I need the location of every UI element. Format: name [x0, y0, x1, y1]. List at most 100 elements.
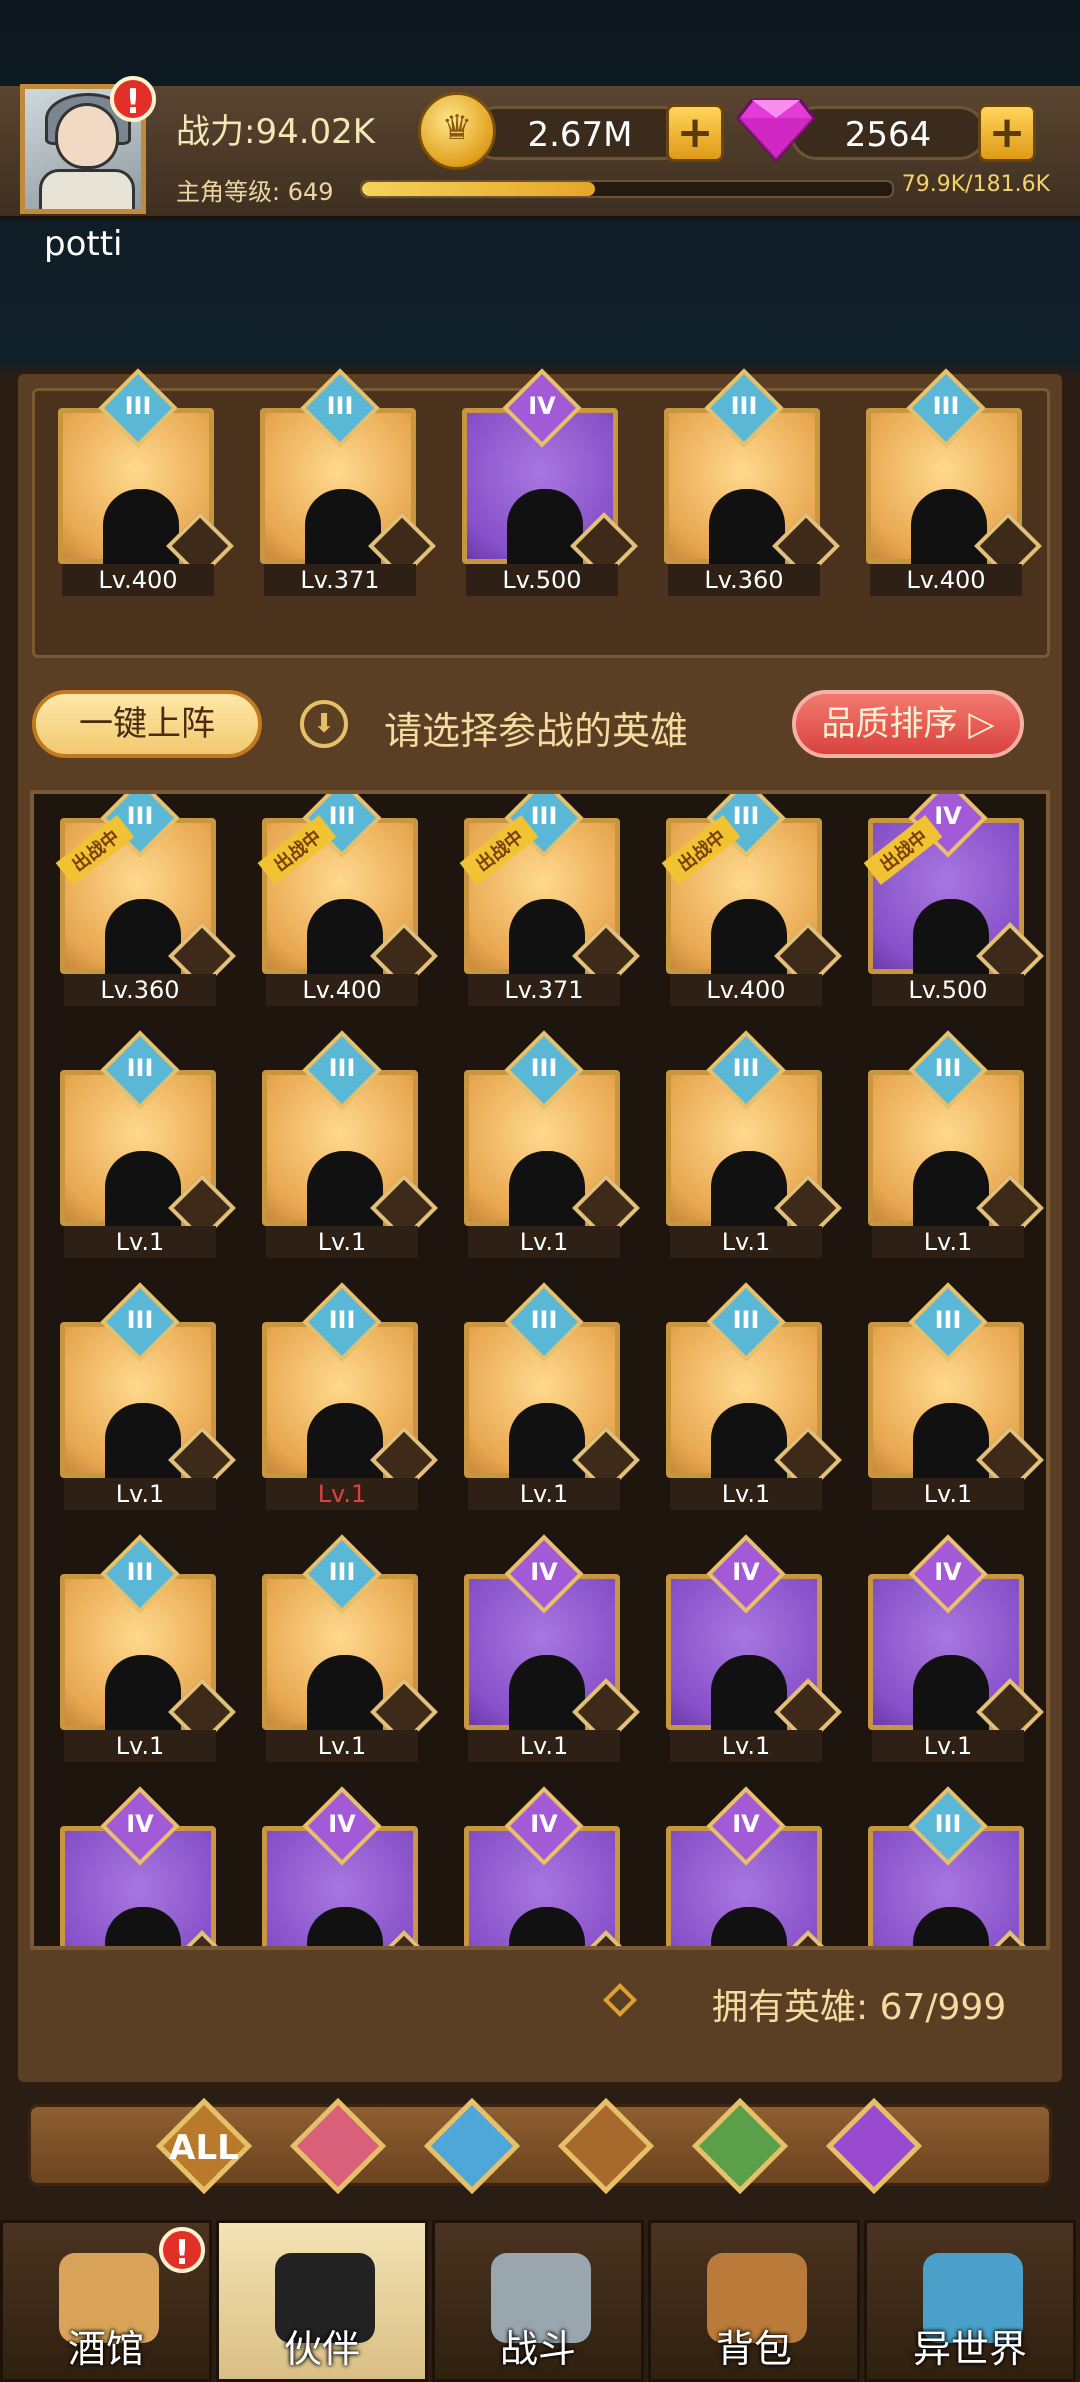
hero-card[interactable]: III Lv.1 — [464, 1282, 640, 1510]
hero-level: Lv.1 — [64, 1226, 216, 1258]
hero-level: Lv.1 — [670, 1478, 822, 1510]
hero-level: Lv.500 — [872, 974, 1024, 1006]
team-card[interactable]: III Lv.371 — [260, 368, 436, 596]
hero-level: Lv.1 — [872, 1478, 1024, 1510]
hero-card[interactable]: IV — [464, 1786, 640, 1946]
filter-all[interactable]: ALL — [155, 2097, 253, 2195]
human-crown-icon[interactable] — [289, 2097, 387, 2195]
fish-icon[interactable] — [423, 2097, 521, 2195]
nav-companion[interactable]: 伙伴 — [216, 2220, 428, 2382]
elf-icon[interactable] — [691, 2097, 789, 2195]
nav-treasure-chest[interactable]: 背包 — [648, 2220, 860, 2382]
hero-level: Lv.1 — [670, 1226, 822, 1258]
hero-card[interactable]: III Lv.1 — [868, 1030, 1044, 1258]
rank-label: III — [730, 392, 758, 420]
hero-card[interactable]: IV — [666, 1786, 842, 1946]
hero-card[interactable]: III Lv.1 — [464, 1030, 640, 1258]
rank-label: III — [328, 1306, 356, 1334]
arrow-down-icon: ⬇ — [300, 700, 348, 748]
hero-card[interactable]: IV — [60, 1786, 236, 1946]
avatar-head — [55, 103, 119, 169]
nav-portal[interactable]: 异世界 — [864, 2220, 1076, 2382]
nav-label: 伙伴 — [283, 2327, 360, 2371]
xp-text: 79.9K/181.6K — [901, 172, 1050, 197]
select-heroes-prompt: 请选择参战的英雄 — [384, 709, 689, 753]
nav-crossed-swords[interactable]: 战斗 — [432, 2220, 644, 2382]
hero-level: Lv.360 — [668, 564, 820, 596]
filter-diamond — [557, 2097, 655, 2195]
hero-card[interactable]: III Lv.400 出战中 — [257, 794, 438, 1006]
rank-label: III — [934, 1054, 962, 1082]
filter-diamond — [289, 2097, 387, 2195]
filter-diamond — [825, 2097, 923, 2195]
hero-card[interactable]: IV — [262, 1786, 438, 1946]
rank-label: III — [328, 1558, 356, 1586]
rank-label: III — [530, 1054, 558, 1082]
hero-silhouette — [913, 1907, 989, 1946]
hero-card[interactable]: III Lv.1 — [60, 1282, 236, 1510]
rank-label: III — [732, 1306, 760, 1334]
gem-counter: 2564 — [790, 106, 986, 160]
hero-level: Lv.500 — [466, 564, 618, 596]
rank-label: III — [934, 1306, 962, 1334]
hero-silhouette — [711, 1907, 787, 1946]
xp-bar-fill — [362, 182, 596, 196]
hero-card[interactable]: III Lv.1 — [262, 1282, 438, 1510]
nav-label: 酒馆 — [67, 2327, 144, 2371]
hero-card[interactable]: IV Lv.1 — [464, 1534, 640, 1762]
auto-deploy-button[interactable]: 一键上阵 — [32, 690, 262, 758]
hero-level: Lv.1 — [468, 1226, 620, 1258]
hero-level: Lv.1 — [468, 1730, 620, 1762]
rank-label: IV — [530, 1810, 558, 1838]
add-gems-button[interactable]: + — [978, 104, 1036, 162]
xp-bar — [360, 180, 894, 198]
rank-label: IV — [530, 1558, 558, 1586]
hero-level: Lv.1 — [266, 1730, 418, 1762]
hero-card[interactable]: IV Lv.1 — [666, 1534, 842, 1762]
combat-power: 战力:94.02K — [176, 112, 376, 152]
hero-card[interactable]: III Lv.1 — [666, 1282, 842, 1510]
filter-all-label: ALL — [169, 2128, 239, 2168]
quality-sort-button[interactable]: 品质排序 ▷ — [792, 690, 1024, 758]
hero-card[interactable]: III Lv.1 — [262, 1534, 438, 1762]
demon-icon[interactable] — [825, 2097, 923, 2195]
hero-level: Lv.1 — [64, 1730, 216, 1762]
player-level: 主角等级: 649 — [176, 172, 334, 207]
team-card[interactable]: IV Lv.500 — [462, 368, 638, 596]
rank-label: III — [326, 392, 354, 420]
hero-card[interactable]: III Lv.1 — [262, 1030, 438, 1258]
rank-label: III — [530, 1306, 558, 1334]
owned-label: 拥有英雄: — [712, 1987, 869, 2028]
owned-count: 67/999 — [879, 1987, 1007, 2028]
lion-icon[interactable] — [557, 2097, 655, 2195]
hero-card[interactable]: III Lv.400 出战中 — [661, 794, 842, 1006]
hero-card[interactable]: III Lv.1 — [666, 1030, 842, 1258]
hero-card[interactable]: IV Lv.500 出战中 — [863, 794, 1044, 1006]
rank-label: IV — [126, 1810, 154, 1838]
hero-card[interactable]: III Lv.1 — [868, 1282, 1044, 1510]
hero-level: Lv.371 — [264, 564, 416, 596]
hero-card[interactable]: IV Lv.1 — [868, 1534, 1044, 1762]
team-card[interactable]: III Lv.400 — [58, 368, 234, 596]
rank-label: III — [934, 1810, 962, 1838]
hero-card[interactable]: III Lv.371 出战中 — [459, 794, 640, 1006]
rank-label: III — [932, 392, 960, 420]
rank-label: IV — [528, 392, 556, 420]
hero-level: Lv.1 — [872, 1730, 1024, 1762]
hero-card[interactable]: III Lv.360 出战中 — [55, 794, 236, 1006]
hero-level: Lv.1 — [266, 1226, 418, 1258]
owned-heroes: 拥有英雄: 67/999 — [712, 1978, 1006, 2030]
rank-label: IV — [732, 1558, 760, 1586]
rank-label: III — [328, 1054, 356, 1082]
hero-card[interactable]: III Lv.1 — [60, 1534, 236, 1762]
hero-level: Lv.1 — [468, 1478, 620, 1510]
hero-card[interactable]: III — [868, 1786, 1044, 1946]
nav-beer-mug[interactable]: 酒馆! — [0, 2220, 212, 2382]
team-card[interactable]: III Lv.360 — [664, 368, 840, 596]
add-coins-button[interactable]: + — [666, 104, 724, 162]
hero-card[interactable]: III Lv.1 — [60, 1030, 236, 1258]
hero-silhouette — [307, 1907, 383, 1946]
team-card[interactable]: III Lv.400 — [866, 368, 1042, 596]
play-arrow-icon: ▷ — [968, 704, 995, 744]
hero-silhouette — [509, 1907, 585, 1946]
